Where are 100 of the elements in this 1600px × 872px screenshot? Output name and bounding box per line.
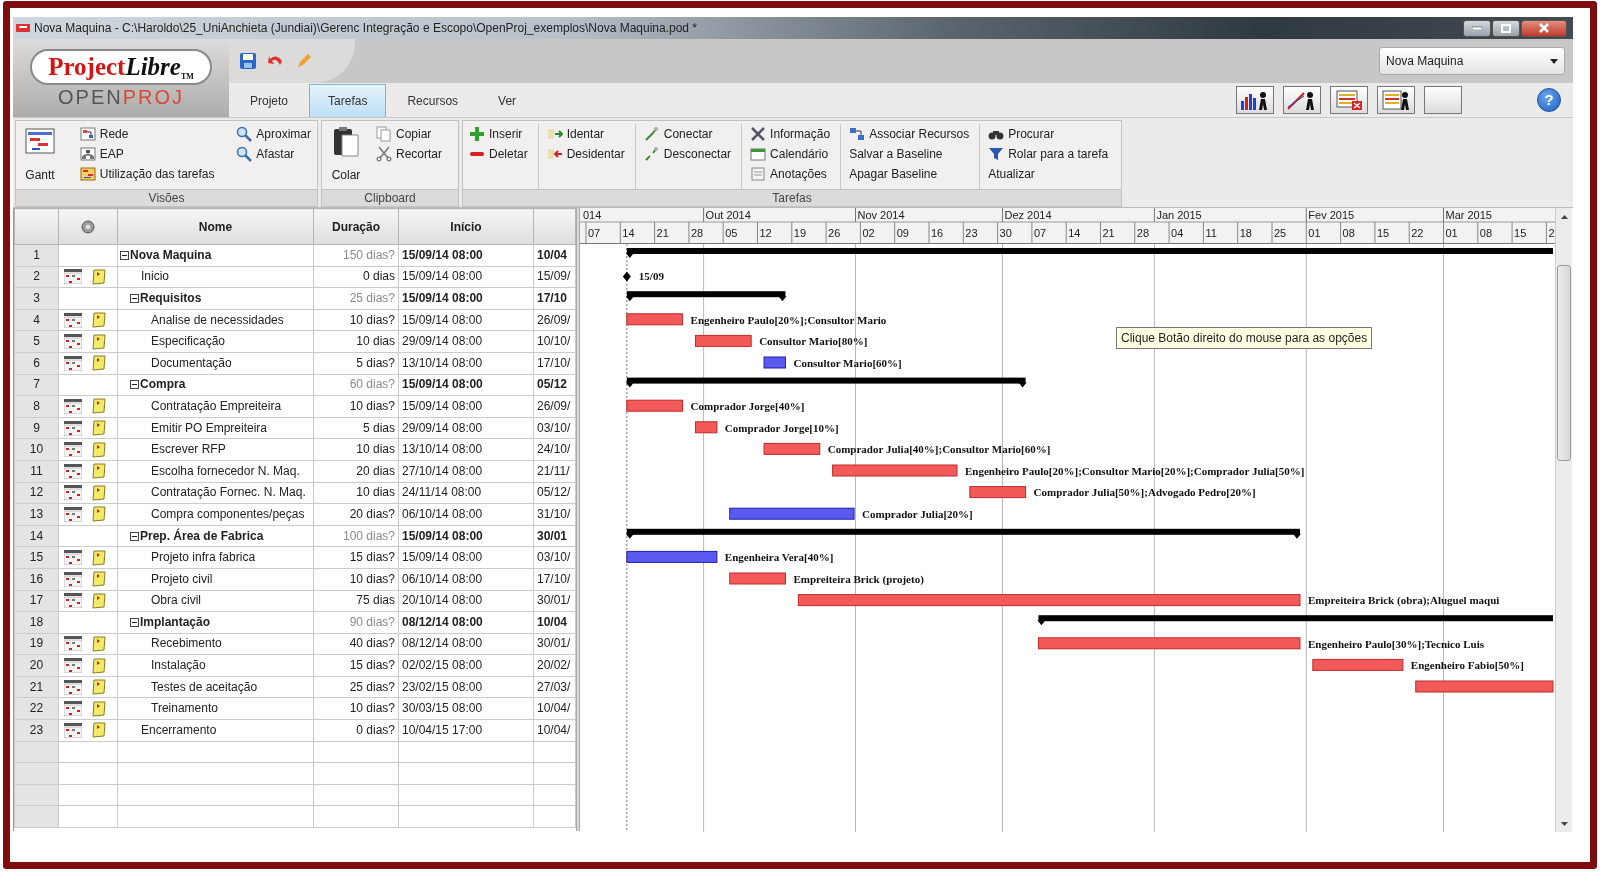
toolbar-button[interactable] [1377,86,1415,114]
collapse-toggle[interactable] [130,294,139,303]
task-name: Escolha fornecedor N. Maq. [151,463,300,478]
ribbon-button[interactable]: Utilização das tarefas [77,164,217,184]
note-icon [91,679,107,696]
floppy-icon [239,52,257,70]
week-label: 30 [999,227,1012,239]
ribbon-button[interactable]: Deletar [467,144,530,164]
resource-label: Empreiteira Brick (projeto) [793,572,924,585]
task-name: Especificação [151,334,226,349]
blank-button[interactable] [1424,86,1462,114]
ribbon-button[interactable]: Associar Recursos [847,124,972,144]
minimize-button[interactable] [1463,19,1491,37]
ribbon-button[interactable]: Identar [544,124,627,144]
ribbon-button[interactable]: Conectar [641,124,734,144]
month-label: Fev 2015 [1308,209,1355,221]
resource-label: Engenheiro Paulo[30%];Tecnico Luis [1307,637,1484,650]
finish-cell: 03/10/ [533,417,576,439]
collapse-toggle[interactable] [130,531,139,541]
project-dropdown[interactable]: Nova Maquina [1379,47,1565,75]
task-name: Documentação [151,355,232,370]
close-button[interactable] [1521,19,1567,37]
ribbon-button[interactable]: Colar [326,124,366,186]
ribbon-button[interactable]: Recortar [374,144,444,164]
ribbon-button[interactable]: Atualizar [986,164,1111,184]
row-number: 3 [14,287,59,310]
row-number: 2 [14,266,59,288]
resource-label: Comprador Julia[40%];Consultor Mario[60%] [827,443,1051,456]
finish-cell: 26/09/ [533,309,576,331]
duration-cell: 60 dias? [313,374,399,396]
start-cell: 10/04/15 17:00 [398,719,534,742]
resource-label: Engenheiro Fabio[50%] [1410,659,1525,672]
calendar-grid-icon [64,334,82,350]
note-icon [91,355,107,372]
finish-cell: 05/12 [533,374,576,396]
week-label: 08 [1479,227,1493,239]
calendar-grid-icon [64,550,82,566]
collapse-toggle[interactable] [120,250,129,260]
maximize-button[interactable] [1492,19,1520,37]
ribbon-button[interactable]: Gantt [20,124,60,186]
ribbon-button[interactable]: Anotações [748,164,833,184]
column-header[interactable]: Nome [117,208,314,245]
week-label: 21 [1102,227,1115,239]
ribbon-button[interactable]: Desconectar [641,144,734,164]
ribbon-button[interactable]: Apagar Baseline [847,164,972,184]
logo-wordmark: ProjectLibre$_{TM}$ [30,48,212,85]
finish-cell: 15/09/ [533,266,576,288]
scroll-thumb[interactable] [1557,265,1571,461]
week-label: 28 [690,227,704,239]
ribbon-button[interactable]: Rolar para a tarefa [986,144,1111,164]
calendar-grid-icon [64,571,82,587]
minimize-icon [1472,26,1482,30]
ribbon-button[interactable]: EAP [77,144,217,164]
ribbon-button[interactable]: Calendário [748,144,833,164]
toolbar-button[interactable] [1283,86,1321,114]
duration-cell: 15 dias? [313,654,399,677]
row-number: 10 [14,438,59,461]
ribbon-button[interactable]: Inserir [467,124,530,144]
scrollbar[interactable] [1555,208,1572,832]
collapse-toggle[interactable] [130,380,139,390]
note-icon [91,463,107,480]
ribbon-button[interactable]: Desidentar [544,144,627,164]
save-button[interactable] [237,50,259,72]
calendar-grid-icon [64,398,82,414]
group-label: Visões [16,189,317,206]
calendar-icon [750,146,767,162]
ribbon-tab[interactable]: Tarefas [309,84,387,117]
month-label: Nov 2014 [857,209,905,221]
toolbar-button[interactable] [1236,86,1274,114]
ribbon-button[interactable]: Informação [748,124,833,144]
ribbon-button[interactable]: Salvar a Baseline [847,144,972,164]
week-label: 02 [862,227,875,239]
duration-cell: 5 dias [313,417,399,439]
row-number: 11 [14,460,59,483]
week-label: 12 [759,227,772,239]
week-label: 22 [1411,227,1424,239]
duration-cell: 20 dias? [313,503,399,526]
ribbon-tab[interactable]: Ver [479,84,536,117]
duration-cell: 100 dias? [313,525,399,547]
week-label: 01 [1445,227,1458,239]
ribbon-button[interactable]: Copiar [374,124,444,144]
row-number: 9 [14,417,59,439]
finish-cell: 20/02/ [533,654,576,677]
row-number: 6 [14,352,59,375]
column-header[interactable]: Duração [313,208,399,245]
ribbon-tab[interactable]: Recursos [388,84,478,117]
task-name: Requisitos [140,291,202,305]
task-name: Escrever RFP [151,442,226,457]
month-label: Jan 2015 [1156,209,1202,221]
row-number: 17 [14,590,59,612]
ribbon-button[interactable]: Rede [77,124,217,144]
column-header[interactable]: Início [398,208,534,245]
collapse-toggle[interactable] [130,617,139,627]
week-label: 01 [1308,227,1321,239]
ribbon-tab[interactable]: Projeto [231,84,308,117]
ribbon-button[interactable]: Procurar [986,124,1111,144]
calendar-grid-icon [64,679,82,695]
ribbon-button[interactable]: Afastar [234,144,313,164]
finish-cell: 30/01/ [533,633,576,655]
ribbon-button[interactable]: Aproximar [234,124,313,144]
